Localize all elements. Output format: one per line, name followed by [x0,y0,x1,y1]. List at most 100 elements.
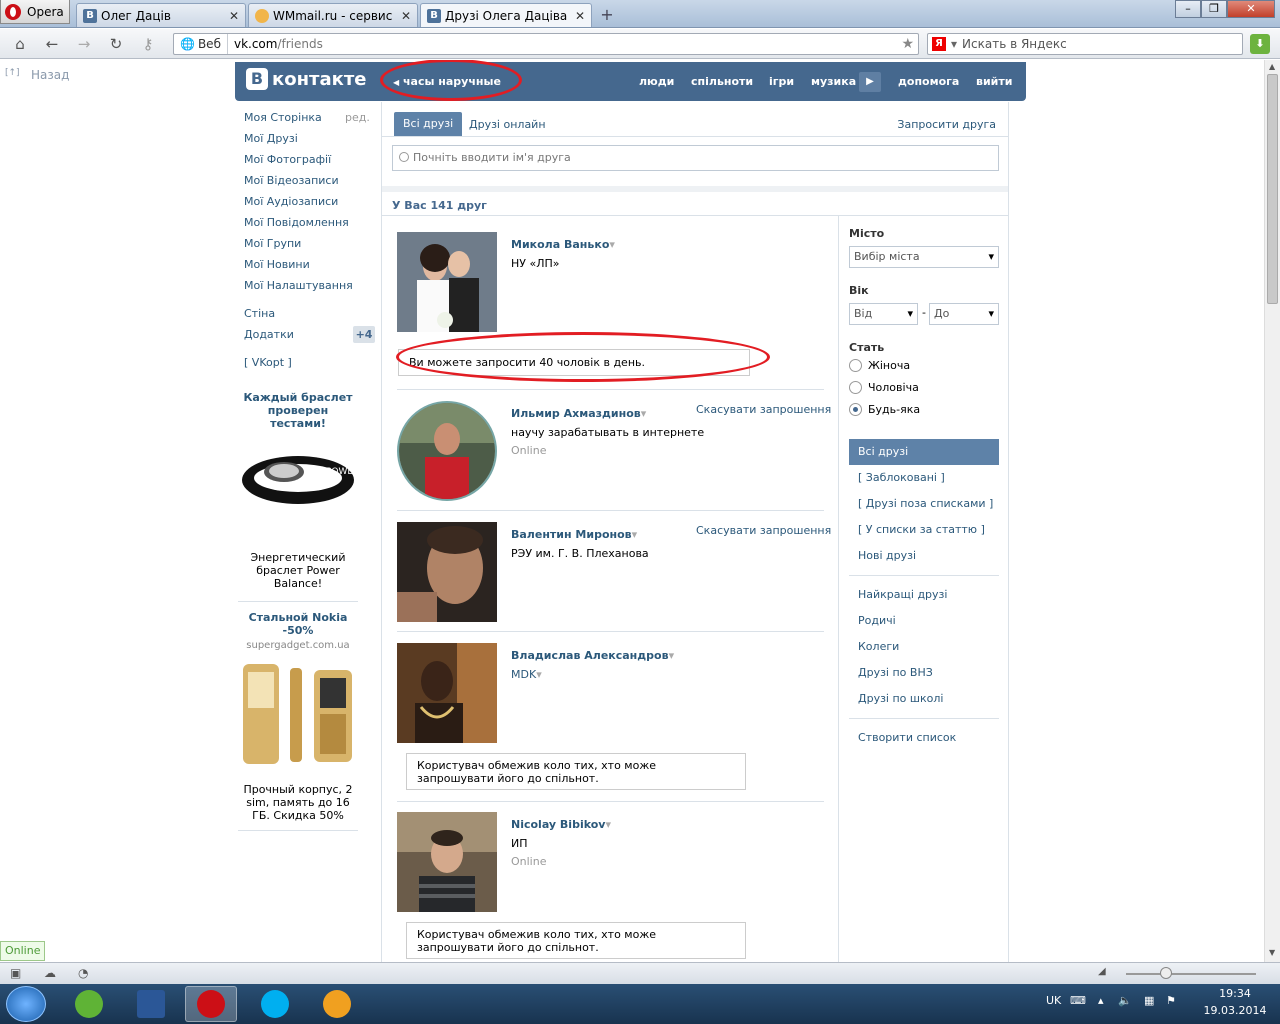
back-icon[interactable]: ← [42,34,62,54]
clock-time[interactable]: 19:34 [1200,987,1270,1000]
dropdown-arrow-icon[interactable]: ▾ [669,649,675,662]
language-indicator[interactable]: UK [1046,994,1061,1007]
nav-vkopt[interactable]: [ VKopt ] [244,356,292,369]
list-unlisted[interactable]: [ Друзі поза списками ] [858,497,993,510]
list-new-friends[interactable]: Нові друзі [858,549,916,562]
new-tab-icon[interactable]: + [597,5,617,25]
ad-text[interactable]: Энергетический браслет Power Balance! [238,551,358,590]
cloud-icon[interactable]: ☁ [44,966,56,980]
list-relatives[interactable]: Родичі [858,614,896,627]
browser-tab[interactable]: WMmail.ru - сервис п... ✕ [248,3,418,27]
volume-icon[interactable]: 🔈 [1118,994,1132,1007]
list-colleagues[interactable]: Колеги [858,640,899,653]
browser-tab[interactable]: В Олег Даців ✕ [76,3,246,27]
network-icon[interactable]: ▦ [1144,994,1154,1007]
zoom-slider[interactable] [1126,973,1256,975]
dropdown-arrow-icon[interactable]: ▾ [536,668,542,681]
zoom-fit-icon[interactable]: ◢ [1098,966,1106,977]
nav-my-videos[interactable]: Мої Відеозаписи [244,174,339,187]
vk-logo[interactable]: В контакте [246,68,366,90]
nav-help[interactable]: допомога [898,75,959,88]
restore-window-icon[interactable]: ❐ [1201,0,1227,18]
cancel-request-link[interactable]: Скасувати запрошення [696,403,831,416]
sex-male-radio[interactable]: Чоловіча [849,381,919,394]
create-list-link[interactable]: Створити список [858,731,956,744]
home-icon[interactable]: ⌂ [10,34,30,54]
friend-name[interactable]: Владислав Александров▾ [511,649,674,662]
nav-my-friends[interactable]: Мої Друзі [244,132,298,145]
ad-title[interactable]: Каждый браслет проверен тестами! [238,391,358,430]
list-blocked[interactable]: [ Заблоковані ] [858,471,945,484]
music-play-icon[interactable]: ▶ [859,72,881,92]
nav-my-page[interactable]: Моя Сторінка [244,111,322,124]
skype-taskbar-icon[interactable] [249,986,301,1022]
sex-any-radio[interactable]: Будь-яка [849,403,920,416]
bookmark-star-icon[interactable]: ★ [901,36,918,52]
tab-all-friends[interactable]: Всі друзі [394,112,463,136]
city-select[interactable]: Вибір міста [849,246,999,268]
tray-arrow-icon[interactable]: ▴ [1098,994,1104,1007]
ad-title[interactable]: Стальной Nokia -50% [238,611,358,637]
friend-group[interactable]: MDK▾ [511,668,542,681]
edit-link[interactable]: ред. [345,111,370,124]
bracelet-ad-image[interactable]: POWER [240,444,359,524]
list-by-sex[interactable]: [ У списки за статтю ] [858,523,985,536]
windows-start-icon[interactable] [6,986,46,1022]
nav-apps[interactable]: Додатки [244,328,294,341]
nav-wall[interactable]: Стіна [244,307,275,320]
keyboard-icon[interactable]: ⌨ [1070,994,1086,1007]
download-icon[interactable]: ⬇ [1250,34,1270,54]
dropdown-arrow-icon[interactable]: ▾ [605,818,611,831]
browser-tab-active[interactable]: В Друзі Олега Даціва | 1... ✕ [420,3,592,27]
key-icon[interactable]: ⚷ [138,34,158,54]
tab-friends-online[interactable]: Друзі онлайн [469,118,546,131]
friend-name[interactable]: Валентин Миронов▾ [511,528,637,541]
cancel-request-link[interactable]: Скасувати запрошення [696,524,831,537]
friend-avatar[interactable] [397,643,497,743]
panel-toggle-icon[interactable]: ▣ [10,966,21,980]
zoom-slider-thumb[interactable] [1160,967,1172,979]
word-taskbar-icon[interactable] [125,986,177,1022]
age-from-select[interactable]: Від [849,303,918,325]
nokia-ad-image[interactable] [240,662,356,766]
web-security-badge[interactable]: 🌐 Веб [174,34,228,54]
friend-avatar[interactable] [397,232,497,332]
friend-search-input[interactable]: Почніть вводити ім'я друга [392,145,999,171]
nav-my-settings[interactable]: Мої Налаштування [244,279,353,292]
ad-text[interactable]: Прочный корпус, 2 sim, память до 16 ГБ. … [238,783,358,822]
dropdown-arrow-icon[interactable]: ▾ [641,407,647,420]
close-tab-icon[interactable]: ✕ [575,9,585,23]
nav-my-news[interactable]: Мої Новини [244,258,310,271]
sex-female-radio[interactable]: Жіноча [849,359,910,372]
list-all-friends[interactable]: Всі друзі [849,439,999,465]
page-scrollbar[interactable]: ▲ ▼ [1264,60,1280,962]
friend-avatar[interactable] [397,522,497,622]
nav-logout[interactable]: вийти [976,75,1012,88]
nav-my-audio[interactable]: Мої Аудіозаписи [244,195,338,208]
nav-my-groups[interactable]: Мої Групи [244,237,301,250]
minimize-window-icon[interactable]: – [1175,0,1201,18]
scroll-down-icon[interactable]: ▼ [1269,948,1275,957]
nav-people[interactable]: люди [639,75,674,88]
aimp-taskbar-icon[interactable] [311,986,363,1022]
speed-dial-icon[interactable]: ◔ [78,966,88,980]
list-school[interactable]: Друзі по школі [858,692,943,705]
flag-icon[interactable]: ⚑ [1166,994,1176,1007]
list-university[interactable]: Друзі по ВНЗ [858,666,933,679]
friend-name[interactable]: Nicolay Bibikov▾ [511,818,611,831]
age-to-select[interactable]: До [929,303,999,325]
address-bar[interactable]: 🌐 Веб vk.com/friends ★ [173,33,919,55]
list-best-friends[interactable]: Найкращі друзі [858,588,947,601]
dropdown-arrow-icon[interactable]: ▾ [632,528,638,541]
close-tab-icon[interactable]: ✕ [401,9,411,23]
utorrent-taskbar-icon[interactable] [63,986,115,1022]
opera-menu-button[interactable]: Opera [0,0,70,24]
search-dropdown-icon[interactable]: ▾ [951,37,957,51]
close-window-icon[interactable]: ✕ [1227,0,1275,18]
friend-name[interactable]: Микола Ванько▾ [511,238,615,251]
nav-communities[interactable]: спільноти [691,75,753,88]
reload-icon[interactable]: ↻ [106,34,126,54]
friend-avatar[interactable] [397,401,497,501]
nav-games[interactable]: ігри [769,75,794,88]
nav-my-messages[interactable]: Мої Повідомлення [244,216,349,229]
